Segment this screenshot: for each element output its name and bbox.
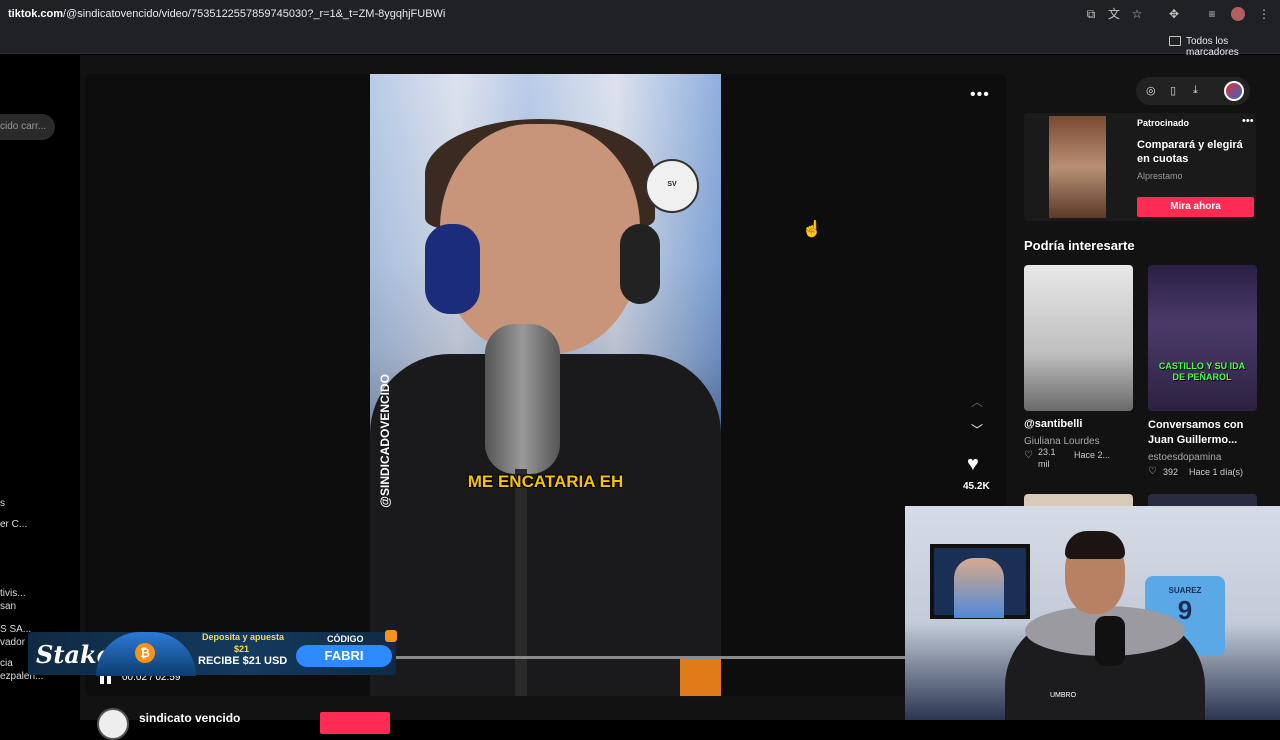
promo-amount: $21: [234, 644, 250, 654]
follow-button[interactable]: [320, 712, 390, 734]
sidebar-item[interactable]: tivis...: [0, 588, 26, 599]
heart-icon: ♡: [1024, 450, 1033, 461]
like-count: 45.2K: [963, 481, 990, 492]
jersey-name: SUAREZ: [1168, 586, 1202, 595]
section-title: Podría interesarte: [1024, 238, 1135, 253]
left-sidebar: [0, 55, 80, 720]
video-caption: ME ENCATARIA EH: [467, 472, 624, 491]
microphone-stand: [515, 469, 527, 696]
headphone-left: [425, 224, 480, 314]
rec-date: Hace 1 día(s): [1189, 467, 1244, 477]
star-icon[interactable]: ☆: [1130, 7, 1144, 21]
rec-likes: 23.1 mil: [1038, 447, 1056, 469]
more-icon[interactable]: •••: [970, 86, 990, 104]
rec-thumbnail[interactable]: [1024, 494, 1133, 506]
video-player[interactable]: SV @SINDICADOVENCIDO ME ENCATARIA EH: [370, 74, 721, 696]
phone-icon[interactable]: ▯: [1170, 84, 1176, 97]
ad-title: Comparará y elegirá en cuotas: [1137, 139, 1243, 165]
promo-text: Deposita y apuesta: [202, 632, 285, 642]
rec-author[interactable]: estoesdopamina: [1148, 452, 1221, 463]
rec-author[interactable]: Giuliana Lourdes: [1024, 436, 1100, 447]
sidebar-item[interactable]: S SA...: [0, 624, 31, 635]
channel-logo: SV: [645, 159, 699, 213]
heart-icon: ♡: [1148, 466, 1157, 477]
ad-sponsored-label: Patrocinado: [1137, 118, 1190, 128]
extension-icon[interactable]: ⧉: [1084, 7, 1098, 21]
video-decoration: [680, 659, 721, 696]
author-name[interactable]: sindicato vencido: [139, 711, 240, 725]
headphone-right: [620, 224, 660, 304]
coin-icon: [385, 630, 397, 642]
author-avatar[interactable]: [97, 708, 129, 740]
tv-player-figure: [954, 558, 1004, 618]
tv-screen: [930, 544, 1030, 619]
folder-icon: [1169, 36, 1181, 46]
rec-overlay-text: CASTILLO Y SU IDA DE PEÑAROL: [1158, 361, 1246, 382]
promo-code-label: CÓDIGO: [327, 634, 364, 644]
rec-date: Hace 2...: [1074, 450, 1111, 460]
translate-icon[interactable]: 文: [1107, 7, 1121, 21]
sidebar-item[interactable]: s: [0, 498, 5, 509]
url-field[interactable]: tiktok.com/@sindicatovencido/video/75351…: [8, 8, 445, 20]
streamer-microphone: [1095, 616, 1125, 666]
chevron-down-icon[interactable]: ﹀: [971, 421, 983, 438]
menu-icon[interactable]: ⋮: [1257, 7, 1271, 21]
url-path: /@sindicatovencido/video/753512255785974…: [63, 8, 446, 20]
search-input[interactable]: cido carr...: [0, 114, 55, 140]
ad-thumbnail[interactable]: [1049, 116, 1106, 218]
profile-icon[interactable]: [1231, 7, 1245, 21]
media-icon[interactable]: ≡: [1205, 7, 1219, 21]
promo-headline: RECIBE $21 USD: [198, 655, 288, 667]
bookmarks-bar: [0, 30, 1280, 54]
sidebar-item[interactable]: cia: [0, 658, 13, 669]
puzzle-icon[interactable]: ✥: [1167, 7, 1181, 21]
rec-thumbnail[interactable]: [1148, 265, 1257, 411]
ad-more-icon[interactable]: •••: [1242, 115, 1254, 127]
rec-thumbnail[interactable]: [1024, 265, 1133, 411]
chevron-up-icon[interactable]: ︿: [971, 393, 983, 410]
heart-icon[interactable]: ♥: [967, 453, 979, 476]
compass-icon[interactable]: ◎: [1146, 84, 1156, 97]
ad-brand: Alprestamo: [1137, 171, 1183, 181]
video-progress-bar[interactable]: [370, 656, 906, 659]
microphone: [485, 324, 560, 474]
download-icon[interactable]: ⤓: [1193, 84, 1198, 97]
ad-cta-button[interactable]: Mira ahora: [1137, 197, 1254, 217]
streamer-hair: [1065, 531, 1125, 559]
promo-code: FABRI: [296, 645, 392, 667]
rec-thumbnail[interactable]: [1148, 494, 1257, 506]
rec-title[interactable]: @santibelli: [1024, 418, 1082, 430]
sidebar-item[interactable]: er C...: [0, 519, 27, 530]
hoodie-brand: UMBRO: [1050, 692, 1077, 699]
sidebar-item[interactable]: vador: [0, 637, 25, 648]
rec-title[interactable]: Conversamos con Juan Guillermo...: [1148, 418, 1256, 448]
sidebar-item[interactable]: san: [0, 601, 16, 612]
rec-likes: 392: [1163, 467, 1179, 477]
cursor-icon: ☝: [802, 221, 822, 238]
url-host: tiktok.com: [8, 8, 64, 20]
bitcoin-icon: ₿: [135, 643, 155, 663]
avatar[interactable]: [1224, 81, 1244, 101]
webcam-overlay: SUAREZ 9 UMBRO: [905, 506, 1280, 720]
